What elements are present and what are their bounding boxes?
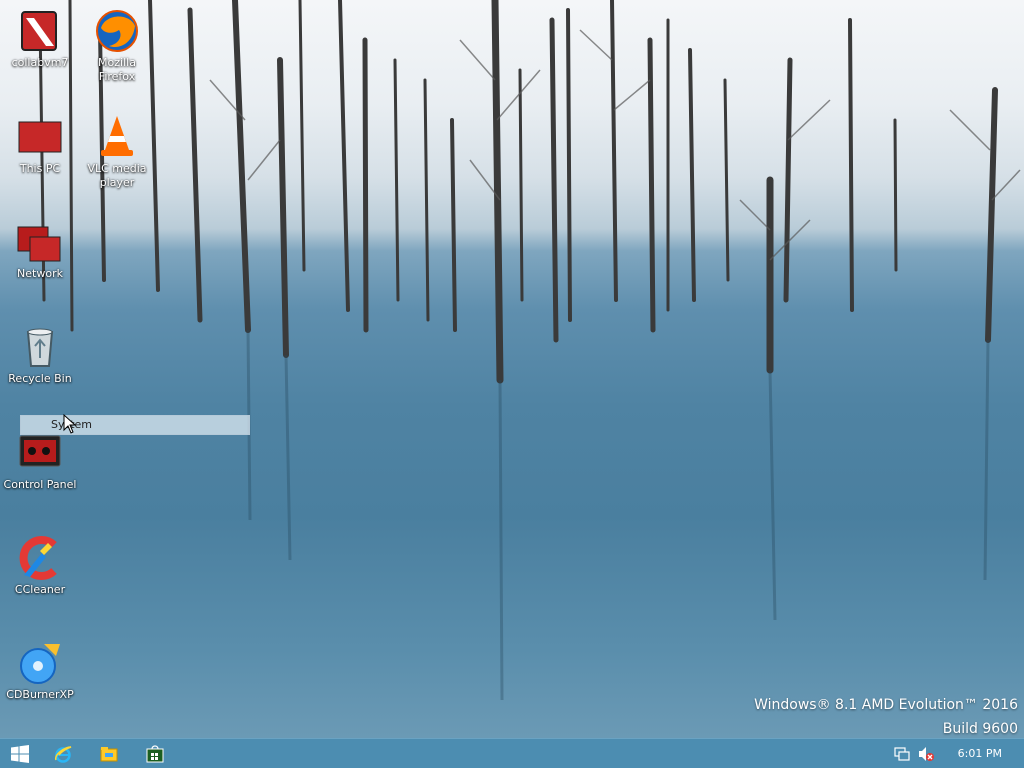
desktop-icon-recycle-bin[interactable]: Recycle Bin [0, 324, 80, 386]
desktop-icon-label: collabvm7 [11, 56, 69, 69]
desktop-icon-label: Mozilla Firefox [98, 56, 136, 83]
desktop-icon-ccleaner[interactable]: CCleaner [0, 535, 80, 597]
desktop-icon-this-pc[interactable]: This PC [0, 114, 80, 176]
recycle-bin-icon [16, 324, 64, 370]
taskbar: 6:01 PM [0, 738, 1024, 768]
mouse-cursor-icon [63, 414, 77, 434]
desktop-icon-label: This PC [19, 162, 61, 175]
desktop-icon-network[interactable]: Network [0, 219, 80, 281]
start-button[interactable] [0, 739, 40, 769]
rename-input[interactable]: System [20, 415, 250, 435]
network-icon [16, 219, 64, 265]
desktop-icon-vlc[interactable]: VLC media player [77, 114, 157, 190]
file-explorer-icon [100, 747, 118, 762]
volume-muted-icon[interactable] [918, 746, 934, 762]
collabvm-icon [16, 8, 64, 54]
desktop-icon-label: Network [17, 267, 63, 280]
control-panel-icon [16, 430, 64, 476]
internet-explorer-icon [55, 746, 72, 763]
vlc-icon [93, 114, 141, 160]
desktop-icon-label: CCleaner [14, 583, 66, 596]
system-tray: 6:01 PM [894, 739, 1024, 769]
windows-watermark: Windows® 8.1 AMD Evolution™ 2016 Build 9… [754, 693, 1018, 738]
desktop-icon-collabvm7[interactable]: collabvm7 [0, 8, 80, 70]
network-tray-icon[interactable] [894, 746, 910, 762]
start-icon [11, 745, 29, 763]
this-pc-icon [16, 114, 64, 160]
ccleaner-icon [16, 535, 64, 581]
taskbar-clock[interactable]: 6:01 PM [958, 746, 1002, 762]
watermark-build: Build 9600 [942, 721, 1018, 737]
store-icon [146, 745, 164, 763]
watermark-edition: Windows® 8.1 AMD Evolution™ 2016 [754, 697, 1018, 713]
taskbar-internet-explorer[interactable] [43, 739, 83, 769]
taskbar-file-explorer[interactable] [89, 739, 129, 769]
desktop-icon-label: CDBurnerXP [6, 688, 74, 701]
desktop-icon-label: Control Panel [3, 478, 77, 491]
desktop-icon-firefox[interactable]: Mozilla Firefox [77, 8, 157, 84]
firefox-icon [93, 8, 141, 54]
desktop-icon-label: VLC media player [87, 162, 147, 189]
taskbar-store[interactable] [135, 739, 175, 769]
desktop-icon-label: Recycle Bin [8, 372, 72, 385]
wallpaper-trees [38, 0, 1021, 701]
desktop[interactable]: collabvm7 Mozilla Firefox This PC VLC me… [0, 0, 1024, 738]
cdburnerxp-icon [16, 640, 64, 686]
desktop-icon-control-panel[interactable]: Control Panel [0, 430, 80, 492]
desktop-icon-cdburnerxp[interactable]: CDBurnerXP [0, 640, 80, 702]
